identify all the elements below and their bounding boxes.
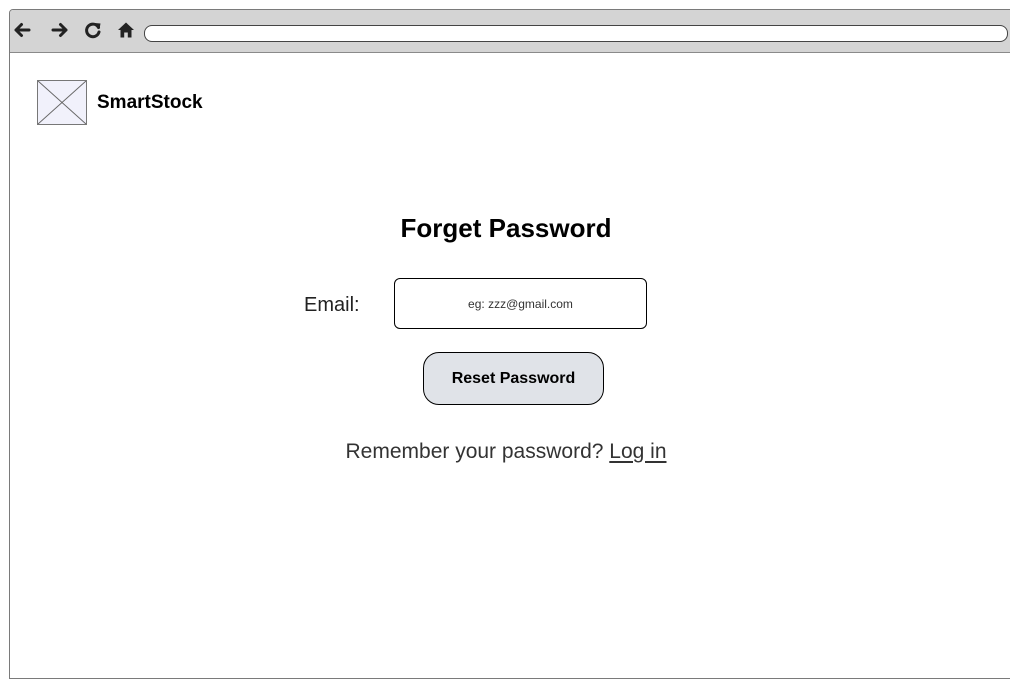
home-icon[interactable] <box>116 20 136 40</box>
page-title: Forget Password <box>400 213 612 243</box>
back-arrow-icon[interactable] <box>12 20 32 40</box>
email-field[interactable] <box>394 278 647 329</box>
brand-name: SmartStock <box>97 92 203 113</box>
forward-arrow-icon[interactable] <box>50 20 70 40</box>
remember-password-row: Remember your password? Log in <box>10 440 1002 464</box>
login-link[interactable]: Log in <box>609 440 666 463</box>
email-label: Email: <box>304 294 360 316</box>
address-bar[interactable] <box>144 25 1008 42</box>
browser-window: SmartStock Forget Password Email: Reset … <box>9 9 1010 679</box>
reload-icon[interactable] <box>83 20 103 40</box>
logo-placeholder-icon <box>37 80 87 125</box>
reset-password-button[interactable]: Reset Password <box>423 352 604 405</box>
remember-password-text: Remember your password? <box>345 440 604 463</box>
browser-toolbar <box>10 10 1010 53</box>
